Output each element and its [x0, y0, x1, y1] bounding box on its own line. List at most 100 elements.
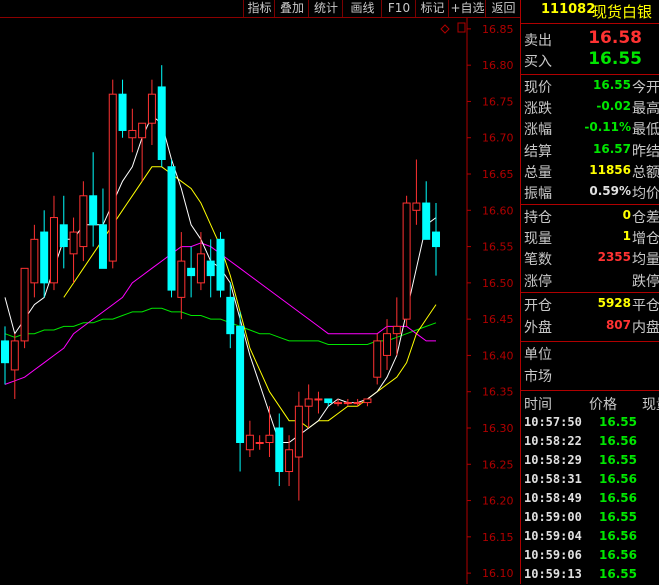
market-label: 市场	[524, 369, 552, 385]
tick-time: 10:59:13	[524, 567, 582, 581]
tick-price: 16.55	[599, 567, 637, 581]
quote-row-value: 0	[622, 208, 631, 222]
toolbar-button-3[interactable]: 画线	[342, 0, 382, 17]
quote-row-value: -0.11%	[584, 120, 631, 135]
candle-body	[373, 340, 382, 378]
toolbar-button-4[interactable]: F10	[381, 0, 416, 17]
y-tick-label: 16.75	[482, 95, 514, 108]
y-tick-label: 16.40	[482, 349, 514, 362]
quote-row-label2: 跌停	[632, 273, 659, 290]
divider	[521, 292, 659, 293]
y-tick-label: 16.85	[482, 23, 514, 36]
toolbar-button-7[interactable]: 返回	[485, 0, 521, 17]
quote-row: 现价 16.55 今开	[521, 77, 659, 97]
candle-body	[343, 402, 352, 405]
instrument-header: 111082 现货白银	[521, 0, 659, 22]
tick-price: 16.56	[599, 491, 637, 505]
quote-row-label2: 今开	[632, 80, 659, 96]
quote-row-label: 涨跌	[524, 101, 552, 118]
y-tick-label: 16.20	[482, 495, 514, 508]
instrument-code: 111082	[541, 2, 596, 17]
toolbar-button-0[interactable]: 指标	[243, 0, 275, 17]
quote-row-label: 现价	[524, 80, 552, 96]
tick-price: 16.56	[599, 434, 637, 448]
y-tick-label: 16.70	[482, 132, 514, 145]
candle-body	[275, 427, 284, 473]
quote-row-label: 开仓	[524, 298, 552, 314]
tick-time: 10:58:49	[524, 491, 582, 505]
candle-body	[89, 195, 98, 226]
ticks-header-price: 价格	[589, 397, 617, 413]
tick-price: 16.55	[599, 453, 637, 467]
quote-row-label2: 均量	[632, 252, 659, 269]
candle-body	[40, 231, 49, 284]
tick-price: 16.55	[599, 510, 637, 524]
quote-row: 持仓 0 仓差	[521, 207, 659, 227]
candle-body	[69, 231, 78, 255]
candle-body	[10, 340, 19, 371]
unit-row: 单位	[521, 344, 659, 364]
candle-body	[1, 340, 9, 364]
quote-row: 涨幅 -0.11% 最低	[521, 119, 659, 139]
quote-row-value: 807	[605, 317, 631, 332]
candle-body	[196, 253, 205, 284]
candlestick-chart: 16.85 16.80 16.75 16.70 16.65 16.60 16.55 16.50…	[0, 18, 520, 584]
buy-row: 买入 16.55	[521, 51, 659, 71]
y-tick-label: 16.35	[482, 386, 514, 399]
ticks-header-volume: 现量	[642, 397, 659, 413]
candle-body	[138, 122, 147, 139]
tick-row: 10:57:50 16.55	[521, 414, 659, 433]
tick-row: 10:58:22 16.56	[521, 433, 659, 452]
candle-body	[147, 93, 156, 124]
tick-row: 10:59:06 16.56	[521, 547, 659, 566]
candle-body	[236, 325, 245, 443]
quote-row: 开仓 5928 平仓	[521, 295, 659, 315]
quote-row: 振幅 0.59% 均价	[521, 183, 659, 203]
tick-time: 10:58:29	[524, 453, 582, 467]
candle-body	[294, 405, 303, 458]
tick-price: 16.55	[599, 415, 637, 429]
candle-body	[157, 86, 166, 160]
quote-row-value: -0.02	[596, 99, 631, 114]
candle-body	[187, 267, 196, 277]
toolbar-button-6[interactable]: +自选	[448, 0, 486, 17]
unit-label: 单位	[524, 347, 552, 363]
quote-row-value: 11856	[589, 162, 631, 177]
candle-body	[98, 224, 107, 269]
y-tick-label: 16.50	[482, 277, 514, 290]
tick-time: 10:59:00	[524, 510, 582, 524]
ticks-header: 时间 价格 现量	[521, 394, 659, 414]
candle-body	[128, 129, 137, 139]
toolbar-button-1[interactable]: 叠加	[274, 0, 309, 17]
y-tick-label: 16.55	[482, 241, 514, 254]
candle-body	[324, 398, 333, 404]
quote-row-label2: 总额	[632, 164, 659, 181]
quote-row: 涨跌 -0.02 最高	[521, 98, 659, 118]
candle-body	[353, 402, 362, 405]
candle-body	[334, 402, 343, 405]
quote-row-value: 16.55	[593, 78, 631, 92]
quote-row-value: 2355	[597, 250, 631, 265]
quote-row-label2: 平仓	[632, 298, 659, 314]
toolbar-button-2[interactable]: 统计	[308, 0, 343, 17]
quote-row-label: 总量	[524, 164, 552, 181]
divider	[521, 390, 659, 391]
ma10-line	[63, 166, 437, 429]
buy-label: 买入	[524, 54, 552, 70]
candle-body	[422, 202, 431, 240]
y-tick-label: 16.65	[482, 168, 514, 181]
quote-panel: 111082 现货白银 卖出 16.58 买入 16.55 现价 16.55 今开涨…	[520, 0, 659, 584]
quote-row-label: 结算	[524, 143, 552, 160]
candle-body	[206, 260, 215, 277]
diamond-marker-icon	[440, 24, 450, 34]
quote-row-label: 涨停	[524, 273, 552, 290]
divider	[521, 341, 659, 342]
instrument-name: 现货白银	[592, 3, 653, 21]
sell-row: 卖出 16.58	[521, 30, 659, 50]
candle-body	[363, 398, 372, 404]
quote-row-label: 笔数	[524, 252, 552, 269]
toolbar-button-5[interactable]: 标记	[415, 0, 449, 17]
candle-body	[304, 398, 313, 407]
square-marker-icon	[457, 22, 466, 33]
tick-row: 10:59:00 16.55	[521, 509, 659, 528]
